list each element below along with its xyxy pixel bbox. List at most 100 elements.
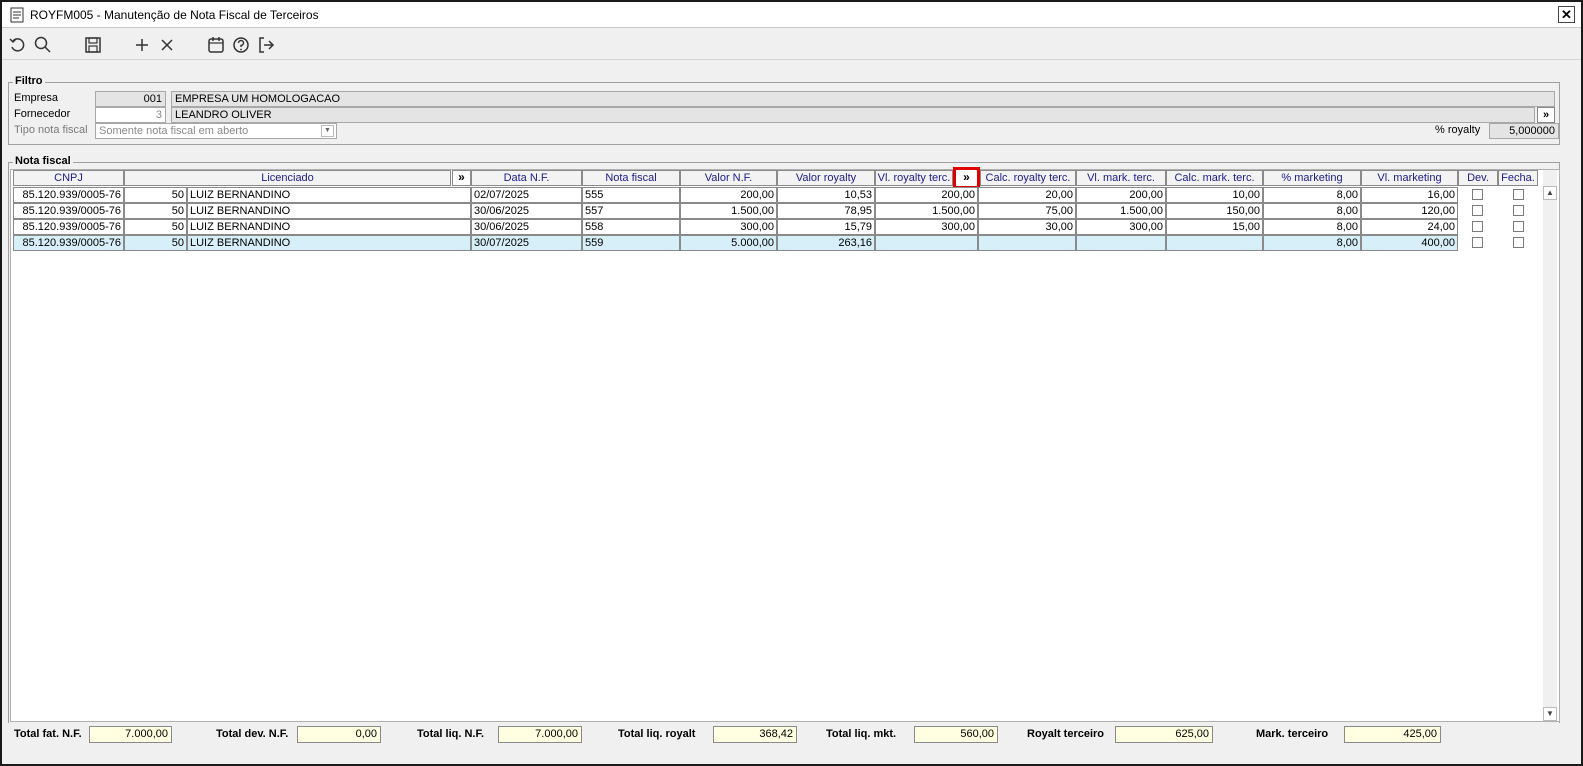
save-icon[interactable] xyxy=(83,35,103,55)
cell-cnpj[interactable]: 85.120.939/0005-76 xyxy=(13,203,124,219)
cell-nota-fiscal[interactable]: 555 xyxy=(582,187,680,203)
cell-data-nf[interactable]: 02/07/2025 xyxy=(471,187,582,203)
col-header-dev[interactable]: Dev. xyxy=(1458,170,1498,186)
search-icon[interactable] xyxy=(33,35,53,55)
cell-data-nf[interactable]: 30/07/2025 xyxy=(471,235,582,251)
dev-checkbox[interactable] xyxy=(1472,237,1483,248)
cell-nota-fiscal[interactable]: 558 xyxy=(582,219,680,235)
cell-data-nf[interactable]: 30/06/2025 xyxy=(471,219,582,235)
empresa-code-field[interactable]: 001 xyxy=(95,91,166,107)
cell-pct-marketing[interactable]: 8,00 xyxy=(1263,203,1361,219)
fecha-checkbox[interactable] xyxy=(1513,221,1524,232)
cell-vl-marketing[interactable]: 120,00 xyxy=(1361,203,1458,219)
fornecedor-code-field[interactable]: 3 xyxy=(95,107,166,123)
col-header-valor-nf[interactable]: Valor N.F. xyxy=(680,170,777,186)
col-header-valor-royalty[interactable]: Valor royalty xyxy=(777,170,875,186)
cell-valor-royalty[interactable]: 78,95 xyxy=(777,203,875,219)
cell-licenciado-code[interactable]: 50 xyxy=(124,187,187,203)
fornecedor-name-field: LEANDRO OLIVER xyxy=(171,107,1535,123)
cell-vl-marketing[interactable]: 400,00 xyxy=(1361,235,1458,251)
scroll-down-icon[interactable]: ▼ xyxy=(1543,707,1557,721)
cell-vl-mark-terc[interactable]: 300,00 xyxy=(1076,219,1166,235)
close-button[interactable]: ✕ xyxy=(1558,6,1575,23)
cell-calc-mark-terc[interactable]: 150,00 xyxy=(1166,203,1263,219)
royalty-pct-field: 5,000000 xyxy=(1489,123,1559,139)
cell-calc-royalty-terc[interactable]: 75,00 xyxy=(978,203,1076,219)
fecha-checkbox[interactable] xyxy=(1513,205,1524,216)
cell-licenciado-name[interactable]: LUIZ BERNANDINO xyxy=(187,219,471,235)
cell-nota-fiscal[interactable]: 557 xyxy=(582,203,680,219)
cell-valor-nf[interactable]: 200,00 xyxy=(680,187,777,203)
help-icon[interactable] xyxy=(231,35,251,55)
cell-pct-marketing[interactable]: 8,00 xyxy=(1263,219,1361,235)
cell-licenciado-name[interactable]: LUIZ BERNANDINO xyxy=(187,203,471,219)
cell-calc-mark-terc[interactable]: 15,00 xyxy=(1166,219,1263,235)
cell-cnpj[interactable]: 85.120.939/0005-76 xyxy=(13,219,124,235)
cell-calc-mark-terc[interactable]: 10,00 xyxy=(1166,187,1263,203)
col-header-calc-royalty-terc[interactable]: Calc. royalty terc. xyxy=(980,170,1076,186)
undo-icon[interactable] xyxy=(8,35,28,55)
cell-licenciado-code[interactable]: 50 xyxy=(124,203,187,219)
cell-valor-royalty[interactable]: 10,53 xyxy=(777,187,875,203)
cell-cnpj[interactable]: 85.120.939/0005-76 xyxy=(13,235,124,251)
cell-vl-mark-terc[interactable]: 200,00 xyxy=(1076,187,1166,203)
fornecedor-expand-button[interactable]: » xyxy=(1537,107,1555,123)
col-header-vl-mark-terc[interactable]: Vl. mark. terc. xyxy=(1076,170,1166,186)
exit-icon[interactable] xyxy=(256,35,276,55)
scroll-up-icon[interactable]: ▲ xyxy=(1543,186,1557,200)
royalty-terc-expand-button[interactable]: » xyxy=(953,167,980,189)
col-header-nota-fiscal[interactable]: Nota fiscal xyxy=(582,170,680,186)
col-header-cnpj[interactable]: CNPJ xyxy=(13,170,124,186)
cell-nota-fiscal[interactable]: 559 xyxy=(582,235,680,251)
cell-vl-royalty-terc[interactable]: 200,00 xyxy=(875,187,978,203)
vertical-scrollbar[interactable]: ▲ ▼ xyxy=(1543,170,1557,721)
total-dev-label: Total dev. N.F. xyxy=(216,728,289,740)
col-header-fecha[interactable]: Fecha. xyxy=(1498,170,1538,186)
cell-valor-royalty[interactable]: 15,79 xyxy=(777,219,875,235)
cell-vl-royalty-terc[interactable]: 300,00 xyxy=(875,219,978,235)
cell-vl-mark-terc[interactable] xyxy=(1076,235,1166,251)
delete-icon[interactable] xyxy=(157,35,177,55)
cell-vl-royalty-terc[interactable]: 1.500,00 xyxy=(875,203,978,219)
col-header-pct-marketing[interactable]: % marketing xyxy=(1263,170,1361,186)
licenciado-expand-button[interactable]: » xyxy=(452,170,471,186)
content-area: Filtro Empresa 001 EMPRESA UM HOMOLOGACA… xyxy=(2,61,1581,764)
cell-valor-nf[interactable]: 1.500,00 xyxy=(680,203,777,219)
col-header-data-nf[interactable]: Data N.F. xyxy=(471,170,582,186)
cell-valor-royalty[interactable]: 263,16 xyxy=(777,235,875,251)
cell-valor-nf[interactable]: 5.000,00 xyxy=(680,235,777,251)
col-header-vl-marketing[interactable]: Vl. marketing xyxy=(1361,170,1458,186)
cell-calc-royalty-terc[interactable] xyxy=(978,235,1076,251)
chevron-down-icon[interactable]: ▼ xyxy=(321,125,334,137)
cell-licenciado-code[interactable]: 50 xyxy=(124,235,187,251)
cell-calc-mark-terc[interactable] xyxy=(1166,235,1263,251)
cell-pct-marketing[interactable]: 8,00 xyxy=(1263,235,1361,251)
cell-vl-royalty-terc[interactable] xyxy=(875,235,978,251)
cell-data-nf[interactable]: 30/06/2025 xyxy=(471,203,582,219)
cell-valor-nf[interactable]: 300,00 xyxy=(680,219,777,235)
dev-checkbox[interactable] xyxy=(1472,205,1483,216)
cell-calc-royalty-terc[interactable]: 30,00 xyxy=(978,219,1076,235)
cell-vl-marketing[interactable]: 16,00 xyxy=(1361,187,1458,203)
dev-checkbox[interactable] xyxy=(1472,189,1483,200)
empresa-name-field: EMPRESA UM HOMOLOGACAO xyxy=(171,91,1555,107)
cell-calc-royalty-terc[interactable]: 20,00 xyxy=(978,187,1076,203)
cell-cnpj[interactable]: 85.120.939/0005-76 xyxy=(13,187,124,203)
cell-licenciado-name[interactable]: LUIZ BERNANDINO xyxy=(187,187,471,203)
tipo-nota-select[interactable]: Somente nota fiscal em aberto ▼ xyxy=(95,123,337,139)
cell-licenciado-name[interactable]: LUIZ BERNANDINO xyxy=(187,235,471,251)
calendar-icon[interactable] xyxy=(206,35,226,55)
col-header-calc-mark-terc[interactable]: Calc. mark. terc. xyxy=(1166,170,1263,186)
add-icon[interactable] xyxy=(132,35,152,55)
cell-vl-mark-terc[interactable]: 1.500,00 xyxy=(1076,203,1166,219)
col-header-vl-royalty-terc[interactable]: Vl. royalty terc. xyxy=(875,170,953,186)
cell-vl-marketing[interactable]: 24,00 xyxy=(1361,219,1458,235)
total-liq-mkt-field: 560,00 xyxy=(914,726,998,743)
col-header-licenciado[interactable]: Licenciado xyxy=(124,170,451,186)
cell-pct-marketing[interactable]: 8,00 xyxy=(1263,187,1361,203)
cell-licenciado-code[interactable]: 50 xyxy=(124,219,187,235)
total-liq-mkt-label: Total liq. mkt. xyxy=(826,728,897,740)
dev-checkbox[interactable] xyxy=(1472,221,1483,232)
fecha-checkbox[interactable] xyxy=(1513,237,1524,248)
fecha-checkbox[interactable] xyxy=(1513,189,1524,200)
